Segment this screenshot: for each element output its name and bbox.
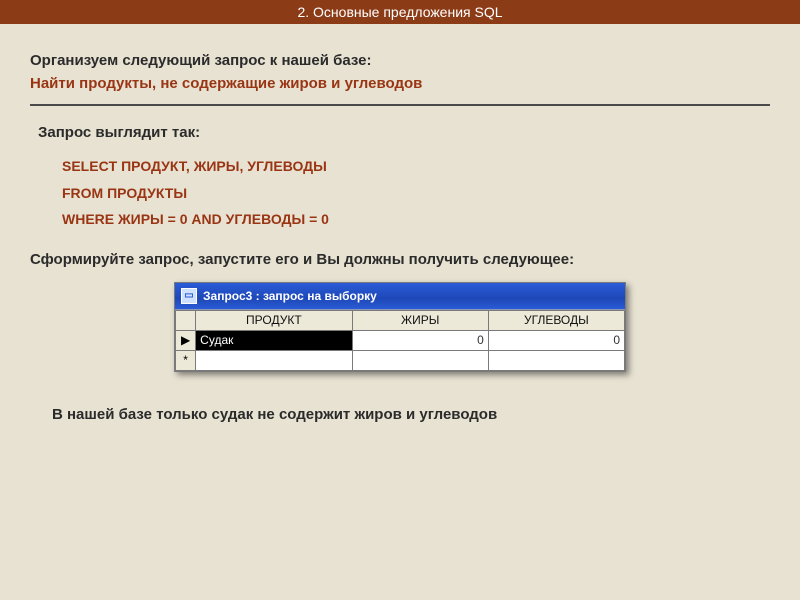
window-icon: ▭ xyxy=(181,288,197,304)
db-grid: ПРОДУКТ ЖИРЫ УГЛЕВОДЫ ▶ Судак 0 0 * xyxy=(175,309,625,371)
col-product: ПРОДУКТ xyxy=(196,310,352,330)
query-label: Запрос выглядит так: xyxy=(38,124,770,141)
window-title: Запрос3 : запрос на выборку xyxy=(203,289,377,303)
sql-select: SELECT ПРОДУКТ, ЖИРЫ, УГЛЕВОДЫ xyxy=(62,153,770,180)
header-selector xyxy=(176,310,196,330)
row-selector: ▶ xyxy=(176,330,196,350)
table-row: * xyxy=(176,350,625,370)
cell-product: Судак xyxy=(196,330,352,350)
cell-carb xyxy=(488,350,624,370)
db-titlebar: ▭ Запрос3 : запрос на выборку xyxy=(175,283,625,309)
cell-fat: 0 xyxy=(352,330,488,350)
db-window: ▭ Запрос3 : запрос на выборку ПРОДУКТ ЖИ… xyxy=(174,282,626,372)
sql-where: WHERE ЖИРЫ = 0 AND УГЛЕВОДЫ = 0 xyxy=(62,206,770,233)
col-carb: УГЛЕВОДЫ xyxy=(488,310,624,330)
run-instruction: Сформируйте запрос, запустите его и Вы д… xyxy=(30,251,770,268)
conclusion: В нашей базе только судак не содержит жи… xyxy=(52,406,770,423)
table-header-row: ПРОДУКТ ЖИРЫ УГЛЕВОДЫ xyxy=(176,310,625,330)
content-area: Организуем следующий запрос к нашей базе… xyxy=(0,24,800,423)
sql-from: FROM ПРОДУКТЫ xyxy=(62,180,770,207)
task-description: Найти продукты, не содержащие жиров и уг… xyxy=(30,75,770,92)
intro-line: Организуем следующий запрос к нашей базе… xyxy=(30,52,770,69)
col-fat: ЖИРЫ xyxy=(352,310,488,330)
slide-title: 2. Основные предложения SQL xyxy=(0,0,800,24)
row-selector: * xyxy=(176,350,196,370)
cell-fat xyxy=(352,350,488,370)
sql-query: SELECT ПРОДУКТ, ЖИРЫ, УГЛЕВОДЫ FROM ПРОД… xyxy=(62,153,770,233)
divider xyxy=(30,104,770,106)
cell-carb: 0 xyxy=(488,330,624,350)
table-row: ▶ Судак 0 0 xyxy=(176,330,625,350)
cell-product xyxy=(196,350,352,370)
